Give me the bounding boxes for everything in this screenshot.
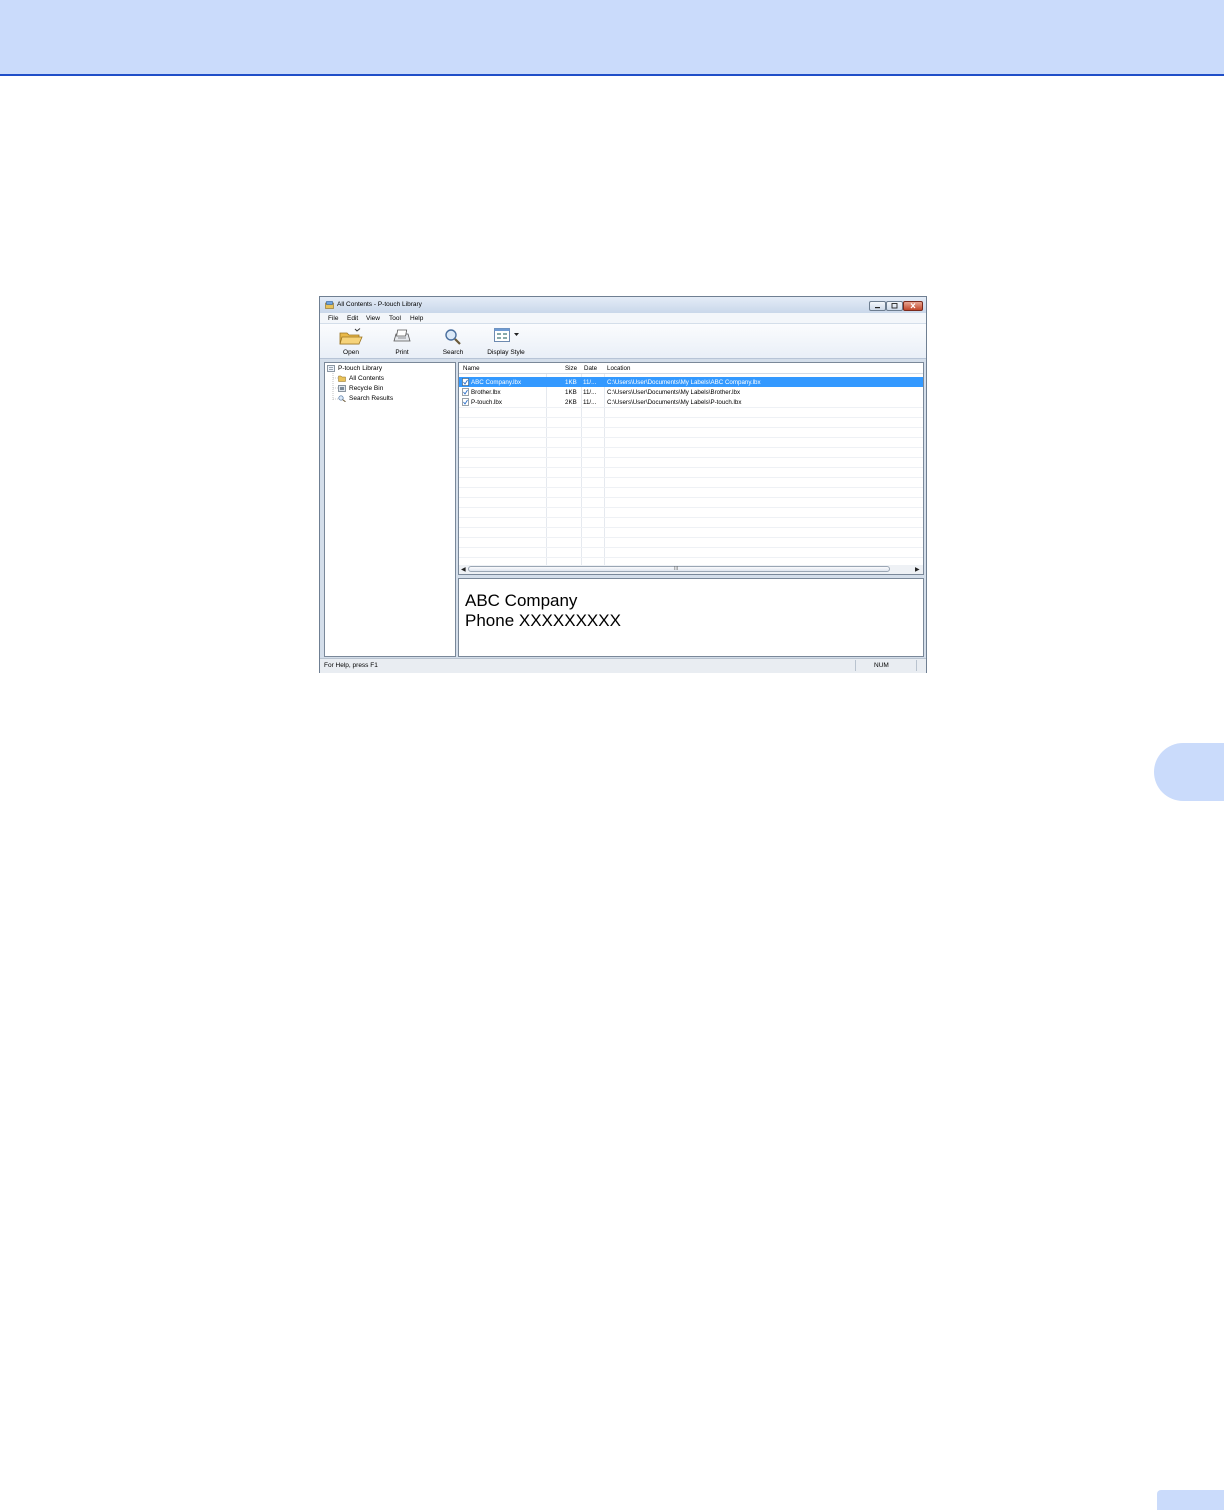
scrollbar-thumb[interactable]: III bbox=[468, 566, 890, 572]
cell-size: 2KB bbox=[565, 399, 577, 406]
main-area: P-touch Library All Contents Recycle Bin… bbox=[324, 361, 924, 657]
print-button[interactable]: Print bbox=[387, 326, 417, 358]
menu-file[interactable]: File bbox=[328, 315, 338, 322]
search-results-icon bbox=[338, 395, 346, 402]
grid-line bbox=[459, 547, 923, 548]
tree-item-label: Recycle Bin bbox=[349, 385, 384, 392]
list-header: Name Size Date Location bbox=[459, 363, 923, 374]
grid-line bbox=[459, 557, 923, 558]
grid-line bbox=[459, 467, 923, 468]
maximize-icon bbox=[891, 303, 898, 309]
printer-icon bbox=[393, 329, 411, 342]
grid-line bbox=[459, 537, 923, 538]
cell-size: 1KB bbox=[565, 389, 577, 396]
grid-line bbox=[459, 517, 923, 518]
column-header-location[interactable]: Location bbox=[607, 365, 630, 372]
minimize-icon bbox=[875, 307, 880, 309]
open-button[interactable]: Open bbox=[334, 326, 368, 358]
table-row[interactable]: ABC Company.lbx 1KB 11/... C:\Users\User… bbox=[459, 377, 923, 387]
close-icon bbox=[910, 303, 916, 309]
lbx-file-icon bbox=[462, 388, 469, 396]
status-help-text: For Help, press F1 bbox=[324, 662, 378, 669]
grid-line bbox=[459, 497, 923, 498]
column-header-size[interactable]: Size bbox=[565, 365, 577, 372]
search-icon bbox=[445, 329, 461, 345]
grid-line bbox=[459, 417, 923, 418]
tree-connector-lines bbox=[332, 373, 338, 400]
menu-help[interactable]: Help bbox=[410, 315, 423, 322]
cell-size: 1KB bbox=[565, 379, 577, 386]
menu-tool[interactable]: Tool bbox=[389, 315, 401, 322]
lbx-file-icon bbox=[462, 378, 469, 386]
open-folder-icon bbox=[339, 328, 363, 345]
scroll-left-icon[interactable]: ◀ bbox=[461, 566, 466, 573]
display-style-icon bbox=[494, 328, 510, 342]
folder-icon bbox=[338, 375, 346, 382]
toolbar: Open Print Search Display Style bbox=[320, 324, 926, 359]
grid-line bbox=[459, 507, 923, 508]
maximize-button[interactable] bbox=[886, 301, 903, 311]
horizontal-scrollbar[interactable]: ◀ III ▶ bbox=[459, 565, 923, 574]
title-bar[interactable]: All Contents - P-touch Library bbox=[320, 297, 926, 313]
grid-line bbox=[459, 527, 923, 528]
grid-line bbox=[459, 427, 923, 428]
status-bar: For Help, press F1 NUM bbox=[320, 658, 926, 673]
chevron-down-icon[interactable] bbox=[514, 333, 519, 337]
menu-bar: File Edit View Tool Help bbox=[320, 313, 926, 323]
open-label: Open bbox=[343, 349, 359, 356]
close-button[interactable] bbox=[903, 301, 923, 311]
folder-tree: P-touch Library All Contents Recycle Bin… bbox=[324, 362, 456, 657]
tree-item-label: All Contents bbox=[349, 375, 385, 382]
cell-name: Brother.lbx bbox=[471, 389, 501, 396]
grid-line bbox=[459, 487, 923, 488]
cell-name: ABC Company.lbx bbox=[471, 379, 522, 386]
lbx-file-icon bbox=[462, 398, 469, 406]
cell-date: 11/... bbox=[583, 379, 597, 386]
menu-view[interactable]: View bbox=[366, 315, 380, 322]
search-button[interactable]: Search bbox=[437, 326, 469, 358]
print-label: Print bbox=[395, 349, 409, 356]
grid-line bbox=[459, 437, 923, 438]
minimize-button[interactable] bbox=[869, 301, 886, 311]
cell-name: P-touch.lbx bbox=[471, 399, 502, 406]
cell-date: 11/... bbox=[583, 399, 597, 406]
preview-line-2: Phone XXXXXXXXX bbox=[465, 611, 621, 630]
table-row[interactable]: P-touch.lbx 2KB 11/... C:\Users\User\Doc… bbox=[459, 397, 923, 407]
num-lock-indicator: NUM bbox=[855, 660, 917, 671]
menu-edit[interactable]: Edit bbox=[347, 315, 358, 322]
tree-root-label: P-touch Library bbox=[338, 365, 383, 372]
recycle-bin-icon bbox=[338, 385, 346, 392]
grid-line bbox=[459, 407, 923, 408]
cell-location: C:\Users\User\Documents\My Labels\ABC Co… bbox=[607, 379, 761, 386]
cell-date: 11/... bbox=[583, 389, 597, 396]
page-number-tab bbox=[1157, 1490, 1224, 1510]
window-title: All Contents - P-touch Library bbox=[337, 301, 422, 308]
label-preview: ABC Company Phone XXXXXXXXX bbox=[458, 578, 924, 657]
chapter-tab bbox=[1154, 743, 1224, 801]
display-style-button[interactable]: Display Style bbox=[484, 326, 528, 358]
grid-line bbox=[459, 457, 923, 458]
search-label: Search bbox=[442, 349, 464, 356]
cell-location: C:\Users\User\Documents\My Labels\P-touc… bbox=[607, 399, 742, 406]
file-list: Name Size Date Location ABC Company.lbx … bbox=[458, 362, 924, 575]
column-header-date[interactable]: Date bbox=[584, 365, 597, 372]
display-style-label: Display Style bbox=[487, 349, 525, 356]
cell-location: C:\Users\User\Documents\My Labels\Brothe… bbox=[607, 389, 741, 396]
ptouch-library-app-icon bbox=[325, 301, 334, 309]
page-header-band bbox=[0, 0, 1224, 76]
tree-item-label: Search Results bbox=[349, 395, 394, 402]
preview-line-1: ABC Company bbox=[465, 591, 578, 610]
grid-line bbox=[459, 447, 923, 448]
scrollbar-grip: III bbox=[674, 566, 679, 572]
grid-line bbox=[459, 477, 923, 478]
column-header-name[interactable]: Name bbox=[463, 365, 480, 372]
table-row[interactable]: Brother.lbx 1KB 11/... C:\Users\User\Doc… bbox=[459, 387, 923, 397]
ptouch-library-window: All Contents - P-touch Library File Edit… bbox=[319, 296, 927, 673]
library-icon bbox=[327, 365, 335, 372]
scroll-right-icon[interactable]: ▶ bbox=[915, 566, 920, 573]
